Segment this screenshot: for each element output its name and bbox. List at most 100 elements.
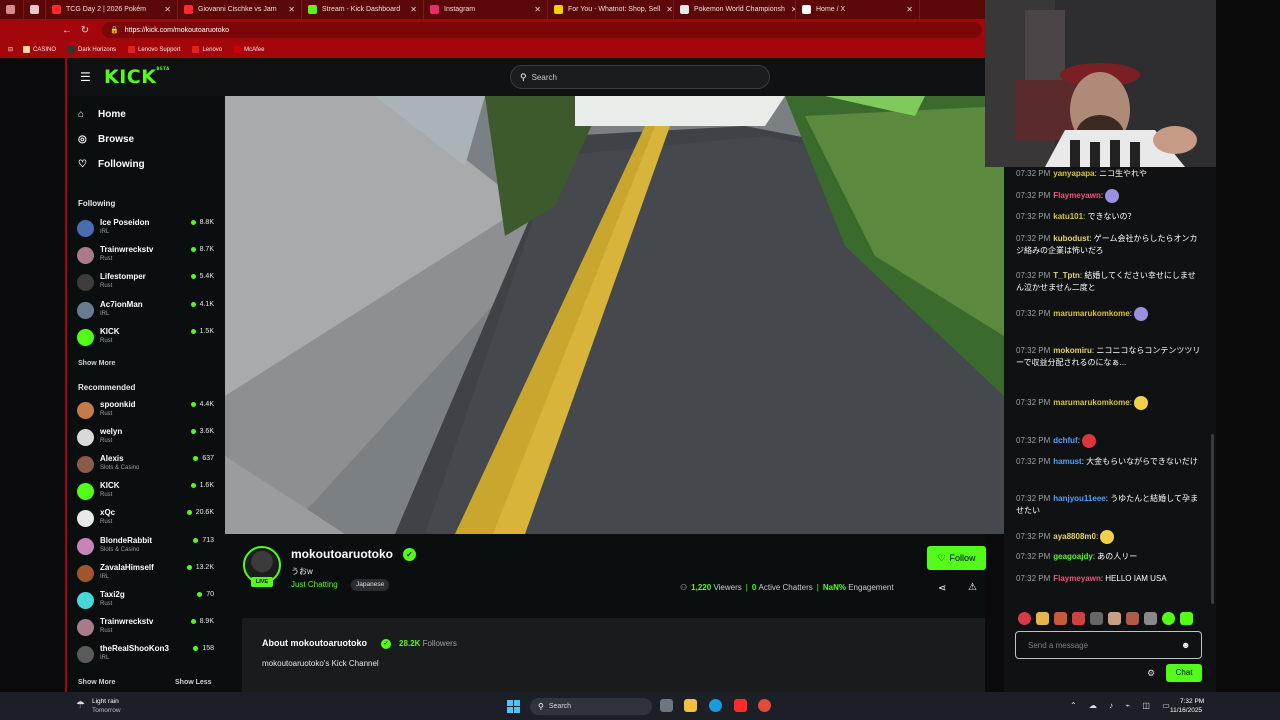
channel-row[interactable]: Ac7ionMan IRL 4.1K xyxy=(77,300,214,324)
message-username[interactable]: yanyapapa xyxy=(1053,169,1094,178)
show-more-recommended[interactable]: Show More xyxy=(78,679,115,686)
show-more-following[interactable]: Show More xyxy=(78,360,115,367)
report-icon[interactable]: ⚠ xyxy=(968,582,977,593)
message-username[interactable]: Flaymeyawn xyxy=(1053,191,1101,200)
chat-input[interactable]: Send a message xyxy=(1015,631,1202,659)
browser-tab[interactable]: Home / X ✕ xyxy=(796,0,920,19)
browser-tab[interactable]: Stream - Kick Dashboard ✕ xyxy=(302,0,424,19)
gear-icon[interactable]: ⚙ xyxy=(1147,668,1155,679)
channel-row[interactable]: ZavalaHimself IRL 13.2K xyxy=(77,563,214,587)
share-icon[interactable]: ⋖ xyxy=(938,583,946,594)
stream-category[interactable]: Just Chatting xyxy=(291,580,338,589)
bookmark-lenovo[interactable]: Lenovo xyxy=(192,46,222,53)
youtube-app-icon[interactable] xyxy=(734,699,747,712)
channel-row[interactable]: KICK Rust 1.5K xyxy=(77,327,214,351)
message-username[interactable]: aya8808m0 xyxy=(1053,532,1096,541)
emote-icon[interactable] xyxy=(1144,612,1157,625)
chat-scrollbar[interactable] xyxy=(1211,434,1214,604)
close-icon[interactable]: ✕ xyxy=(900,5,913,14)
language-tag[interactable]: Japanese xyxy=(351,579,390,591)
channel-row[interactable]: Taxi2g Rust 70 xyxy=(77,590,214,614)
message-username[interactable]: marumarukomkome xyxy=(1053,309,1129,318)
task-view-icon[interactable] xyxy=(660,699,673,712)
clock-date[interactable]: 11/16/2025 xyxy=(1170,707,1202,714)
message-username[interactable]: mokomiru xyxy=(1053,346,1092,355)
emote-icon[interactable] xyxy=(1180,612,1193,625)
separator: | xyxy=(745,583,748,592)
emote-icon[interactable] xyxy=(1090,612,1103,625)
edge-icon[interactable] xyxy=(709,699,722,712)
message-username[interactable]: kubodust xyxy=(1053,234,1089,243)
nav-browse[interactable]: ◎ Browse xyxy=(78,134,134,145)
channel-row[interactable]: KICK Rust 1.6K xyxy=(77,481,214,505)
channel-row[interactable]: Lifestomper Rust 5.4K xyxy=(77,272,214,296)
menu-icon[interactable]: ☰ xyxy=(80,70,92,84)
channel-row[interactable]: spoonkid Rust 4.4K xyxy=(77,400,214,424)
rain-cloud-icon[interactable]: ☂ xyxy=(76,700,85,711)
close-icon[interactable]: ✕ xyxy=(404,5,417,14)
emote-icon[interactable] xyxy=(1162,612,1175,625)
tab-icon-home[interactable] xyxy=(0,0,24,19)
channel-row[interactable]: xQc Rust 20.6K xyxy=(77,508,214,532)
browser-tab[interactable]: Pokemon World Championsh✕ xyxy=(674,0,796,19)
show-less-recommended[interactable]: Show Less xyxy=(175,679,212,686)
close-icon[interactable]: ✕ xyxy=(158,5,171,14)
emote-icon[interactable] xyxy=(1072,612,1085,625)
emote-icon[interactable] xyxy=(1036,612,1049,625)
apps-icon[interactable]: ⊟ xyxy=(8,46,13,53)
chrome-icon[interactable] xyxy=(758,699,771,712)
message-username[interactable]: hanjyou11eee xyxy=(1053,494,1105,503)
windows-start-icon[interactable] xyxy=(507,700,520,713)
message-username[interactable]: marumarukomkome xyxy=(1053,398,1129,407)
follow-button[interactable]: ♡ Follow xyxy=(927,546,986,570)
close-icon[interactable]: ✕ xyxy=(785,5,795,14)
browser-tab[interactable]: For You - Whatnot: Shop, Sell ✕ xyxy=(548,0,674,19)
emote-icon[interactable] xyxy=(1126,612,1139,625)
emote-icon[interactable] xyxy=(1054,612,1067,625)
kick-logo[interactable]: KICKBETA xyxy=(104,66,170,88)
message-username[interactable]: katu101 xyxy=(1053,212,1083,221)
refresh-icon[interactable]: ↻ xyxy=(76,25,94,36)
message-username[interactable]: hamust xyxy=(1053,457,1081,466)
close-icon[interactable]: ✕ xyxy=(528,5,541,14)
browser-tab[interactable]: TCG Day 2 | 2026 Pokém ✕ xyxy=(46,0,178,19)
channel-row[interactable]: Trainwreckstv Rust 8.7K xyxy=(77,245,214,269)
back-icon[interactable]: ← xyxy=(58,25,76,36)
channel-row[interactable]: Ice Poseidon IRL 8.8K xyxy=(77,218,214,242)
browser-tab[interactable]: Instagram ✕ xyxy=(424,0,548,19)
bookmark-dark-horizons[interactable]: Dark Horizons xyxy=(68,46,116,53)
channel-avatar xyxy=(77,510,94,528)
clock-time[interactable]: 7:32 PM xyxy=(1180,698,1204,705)
send-chat-button[interactable]: Chat xyxy=(1166,664,1202,682)
close-icon[interactable]: ✕ xyxy=(660,5,673,14)
bookmark-lenovo-support[interactable]: Lenovo Support xyxy=(128,46,180,53)
message-username[interactable]: T_Tptn xyxy=(1053,271,1080,280)
message-username[interactable]: Flaymeyawn xyxy=(1053,574,1101,583)
nav-following[interactable]: ♡ Following xyxy=(78,159,145,170)
emote-icon[interactable] xyxy=(1018,612,1031,625)
streamer-name[interactable]: mokoutoaruotoko xyxy=(291,547,393,561)
video-player[interactable] xyxy=(225,96,1004,534)
message-username[interactable]: geagoajdy xyxy=(1053,552,1093,561)
nav-home[interactable]: ⌂ Home xyxy=(78,109,126,120)
system-tray[interactable]: ⌃ ☁ ♪ ⌁ ◫ ▭ xyxy=(1070,701,1175,710)
channel-row[interactable]: theRealShooKon3 IRL 158 xyxy=(77,644,214,668)
emoji-icon[interactable]: ☻ xyxy=(1181,640,1190,650)
weather-condition[interactable]: Light rain xyxy=(92,698,119,705)
search-input[interactable]: ⚲ Search xyxy=(510,65,770,89)
channel-row[interactable]: Trainwreckstv Rust 8.9K xyxy=(77,617,214,641)
tab-icon-sidebar[interactable] xyxy=(24,0,46,19)
channel-row[interactable]: BlondeRabbit Slots & Casino 713 xyxy=(77,536,214,560)
taskbar-search[interactable]: ⚲ Search xyxy=(530,698,652,715)
emote-icon[interactable] xyxy=(1108,612,1121,625)
bookmark-casino[interactable]: CASINO xyxy=(23,46,56,53)
browser-tab[interactable]: Giovanni Cischke vs Jam ✕ xyxy=(178,0,302,19)
close-icon[interactable]: ✕ xyxy=(282,5,295,14)
message-username[interactable]: dchfuf xyxy=(1053,436,1077,445)
url-field[interactable]: 🔒 https://kick.com/mokoutoaruotoko xyxy=(102,22,982,38)
channel-row[interactable]: welyn Rust 3.6K xyxy=(77,427,214,451)
channel-row[interactable]: Alexis Slots & Casino 637 xyxy=(77,454,214,478)
channel-avatar xyxy=(77,564,94,582)
bookmark-mcafee[interactable]: McAfee xyxy=(234,46,264,53)
file-explorer-icon[interactable] xyxy=(684,699,697,712)
